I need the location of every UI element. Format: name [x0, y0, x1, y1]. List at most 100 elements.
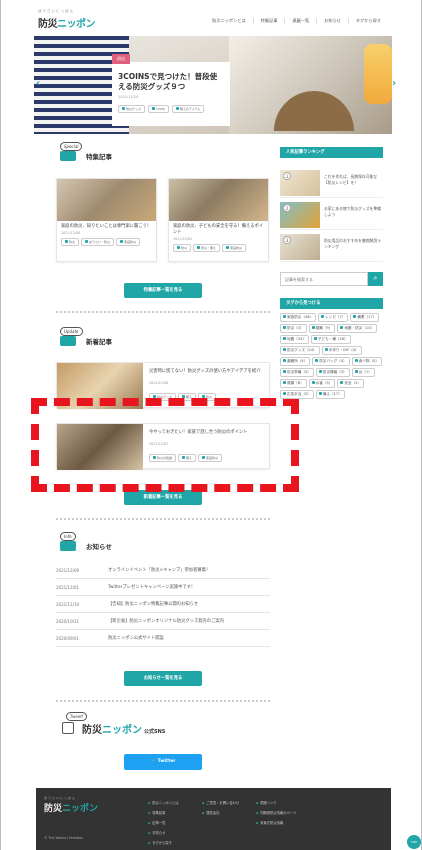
- footer-link[interactable]: 特集記事: [148, 810, 179, 815]
- tag-item[interactable]: 応急手当（5）: [280, 390, 314, 399]
- search-input[interactable]: [280, 272, 368, 286]
- nav-featured[interactable]: 特集記事: [252, 18, 285, 24]
- site-header: ぼうさいにっぽん 防災ニッポン 防災ニッポンとは 特集記事 連載一覧 お知らせ …: [34, 6, 392, 32]
- nav-about[interactable]: 防災ニッポンとは: [205, 18, 253, 24]
- search-icon[interactable]: ⌕: [368, 272, 383, 286]
- copyright: © The Yomiuri Shimbun: [44, 836, 84, 840]
- tag-item[interactable]: 手作り・DIY（4）: [321, 346, 362, 355]
- tag-item[interactable]: 防災グッズ（24）: [280, 346, 320, 355]
- card-tag[interactable]: 家庭防災: [116, 238, 141, 246]
- footer-logo[interactable]: 防災ニッポン: [44, 801, 98, 814]
- card-tag[interactable]: 防災: [61, 238, 80, 246]
- nav-tags[interactable]: タグから探す: [347, 18, 388, 24]
- footer-link[interactable]: 気象庁防災情報: [256, 820, 296, 825]
- footer-link[interactable]: タグから探す: [148, 840, 179, 845]
- tag-item[interactable]: 家族防災（46）: [280, 313, 317, 322]
- news-row[interactable]: 2020/09/01 防災ニッポン公式サイト開設: [56, 630, 270, 647]
- sns-banner: Tweet! 防災ニッポン 公式SNS: [58, 712, 272, 740]
- news-row[interactable]: 2021/12/01 Twitterプレゼントキャンペーン実施中です！: [56, 579, 270, 596]
- tag-item[interactable]: 防災情報（3）: [315, 368, 350, 377]
- latest-section: Update 新着記事: [56, 327, 270, 349]
- featured-card-tags: 防災 ぼうさい・防災 家庭防災: [57, 236, 156, 248]
- tag-item[interactable]: 防災準備（4）: [280, 368, 314, 377]
- tag-item[interactable]: 地震（34）: [280, 335, 309, 344]
- ranking-item[interactable]: 1 これを作れば、長期保存可能な【防災レシピ】を！: [280, 168, 383, 198]
- twitter-bird-icon: 🐦: [150, 759, 158, 764]
- twitter-button[interactable]: 🐦 Twitter: [124, 754, 202, 770]
- tag-item[interactable]: レシピ（7）: [318, 313, 349, 322]
- chevron-left-icon[interactable]: ‹: [36, 78, 40, 89]
- tag-item[interactable]: 防災バッグ（4）: [312, 357, 350, 366]
- sidebar: 人気記事ランキング 1 これを作れば、長期保存可能な【防災レシピ】を！ 2 お家…: [280, 147, 383, 399]
- featured-heading: Special 特集記事: [56, 142, 270, 164]
- footer-link[interactable]: お知らせ: [148, 830, 179, 835]
- news-date: 2020/09/01: [56, 635, 80, 641]
- news-text: 【告知】防災ニッポン特集記事公開のお知らせ: [108, 602, 199, 607]
- footer-link[interactable]: 運営会社: [202, 810, 239, 815]
- news-row[interactable]: 2020/10/31 【新企画】防災ニッポンオリジナル防災グッズ発売のご案内: [56, 613, 270, 630]
- ranking-item[interactable]: 2 お家にある物で防災グッズを準備しよう: [280, 200, 383, 230]
- tag-item[interactable]: 子ども・備（26）: [310, 335, 351, 344]
- hero-tag[interactable]: 備えのアイテム: [171, 105, 205, 113]
- news-more-button[interactable]: お知らせ一覧を見る: [124, 671, 202, 686]
- card-tag[interactable]: ぼうさい・防災: [81, 238, 115, 246]
- featured-card[interactable]: 家庭の防災、子どもの安全を守る！備えるポイント 2021/12/03 防災 防災…: [168, 178, 269, 262]
- logo-text-b: ニッポン: [57, 19, 96, 30]
- footer-link[interactable]: 記事一覧: [148, 820, 179, 825]
- featured-card-image: [169, 179, 268, 221]
- news-row[interactable]: 2021/12/09 オンラインイベント「防災×キャンプ」参加者募集！: [56, 562, 270, 579]
- ranking-item[interactable]: 3 防災用品のおすすめを徹底解説ランキング: [280, 232, 383, 262]
- hero-slider[interactable]: 3COINSで見つけた！普段使える防災グッズ９つ 2021/11/24 防災グッ…: [34, 36, 392, 134]
- tag-item[interactable]: 避難（9）: [308, 324, 336, 333]
- nav-news[interactable]: お知らせ: [316, 18, 348, 24]
- highlight-dashed-box: [31, 398, 299, 492]
- chevron-right-icon[interactable]: ›: [392, 78, 396, 89]
- featured-card-title: 家庭の防災、子どもの安全を守る！備えるポイント: [173, 224, 264, 235]
- card-tag[interactable]: 防災・備え: [193, 244, 221, 252]
- rank-number: 1: [283, 172, 291, 180]
- card-tag[interactable]: 家庭防災: [222, 244, 247, 252]
- latest-title: 新着記事: [86, 338, 112, 346]
- card-tag[interactable]: 防災: [173, 244, 192, 252]
- main-nav: 防災ニッポンとは 特集記事 連載一覧 お知らせ タグから探す: [205, 18, 388, 24]
- footer-link[interactable]: 防災ニッポンとは: [148, 800, 178, 805]
- footer-links-3: 関連リンク 内閣府防災情報のページ 気象庁防災情報: [256, 800, 296, 830]
- tag-item[interactable]: 台（1）: [351, 368, 375, 377]
- tag-item[interactable]: 防災（3）: [280, 324, 307, 333]
- news-row[interactable]: 2021/11/10 【告知】防災ニッポン特集記事公開のお知らせ: [56, 596, 270, 613]
- hero-badge: 初出: [112, 54, 130, 64]
- news-text: 【新企画】防災ニッポンオリジナル防災グッズ発売のご案内: [108, 619, 225, 624]
- hero-tags: 防災グッズ 100均 備えのアイテム: [118, 105, 224, 113]
- featured-card[interactable]: 家庭の防災、知りたいことは専門家に聞こう！ 2021/12/08 防災 ぼうさい…: [56, 178, 157, 262]
- latest-more-button[interactable]: 新着記事一覧を見る: [124, 490, 202, 505]
- site-logo[interactable]: 防災ニッポン: [38, 15, 96, 30]
- hero-title: 3COINSで見つけた！普段使える防災グッズ９つ: [118, 72, 218, 91]
- logo-text-a: 防災: [38, 19, 58, 30]
- tag-item[interactable]: 水害（5）: [308, 379, 336, 388]
- tag-item[interactable]: 備え（17）: [315, 390, 345, 399]
- rank-number: 3: [283, 236, 291, 244]
- featured-card-image: [57, 179, 156, 221]
- news-text: オンラインイベント「防災×キャンプ」参加者募集！: [108, 568, 211, 573]
- tag-item[interactable]: 備蓄（17）: [350, 313, 380, 322]
- footer-link[interactable]: 内閣府防災情報のページ: [256, 810, 296, 815]
- tag-item[interactable]: 食べ物（4）: [351, 357, 382, 366]
- hero-tag[interactable]: 防災グッズ: [118, 105, 146, 113]
- tag-cloud: 家族防災（46） レシピ（7） 備蓄（17） 防災（3） 避難（9） 地震・防災…: [280, 309, 383, 399]
- tag-item[interactable]: 安全（2）: [337, 379, 365, 388]
- footer-links-1: 防災ニッポンとは 特集記事 記事一覧 お知らせ タグから探す: [148, 800, 179, 850]
- back-to-top-button[interactable]: TOP: [407, 835, 421, 849]
- footer-link[interactable]: 関連リンク: [256, 800, 296, 805]
- hero-date: 2021/11/24: [118, 95, 139, 99]
- news-text: 防災ニッポン公式サイト開設: [108, 636, 164, 641]
- tag-item[interactable]: 地震・防災（10）: [337, 324, 378, 333]
- ranking-title: お家にある物で防災グッズを準備しよう: [324, 206, 381, 217]
- tag-item[interactable]: 健康（8）: [280, 379, 307, 388]
- footer-logo-a: 防災: [44, 804, 63, 814]
- featured-more-button[interactable]: 特集記事一覧を見る: [124, 283, 202, 298]
- tag-item[interactable]: 避難所（4）: [280, 357, 311, 366]
- footer-link[interactable]: ご意見・お問い合わせ: [202, 800, 239, 805]
- nav-series[interactable]: 連載一覧: [284, 18, 316, 24]
- hero-tag[interactable]: 100均: [148, 105, 169, 113]
- hero-caption-card[interactable]: 3COINSで見つけた！普段使える防災グッズ９つ 2021/11/24 防災グッ…: [112, 62, 230, 126]
